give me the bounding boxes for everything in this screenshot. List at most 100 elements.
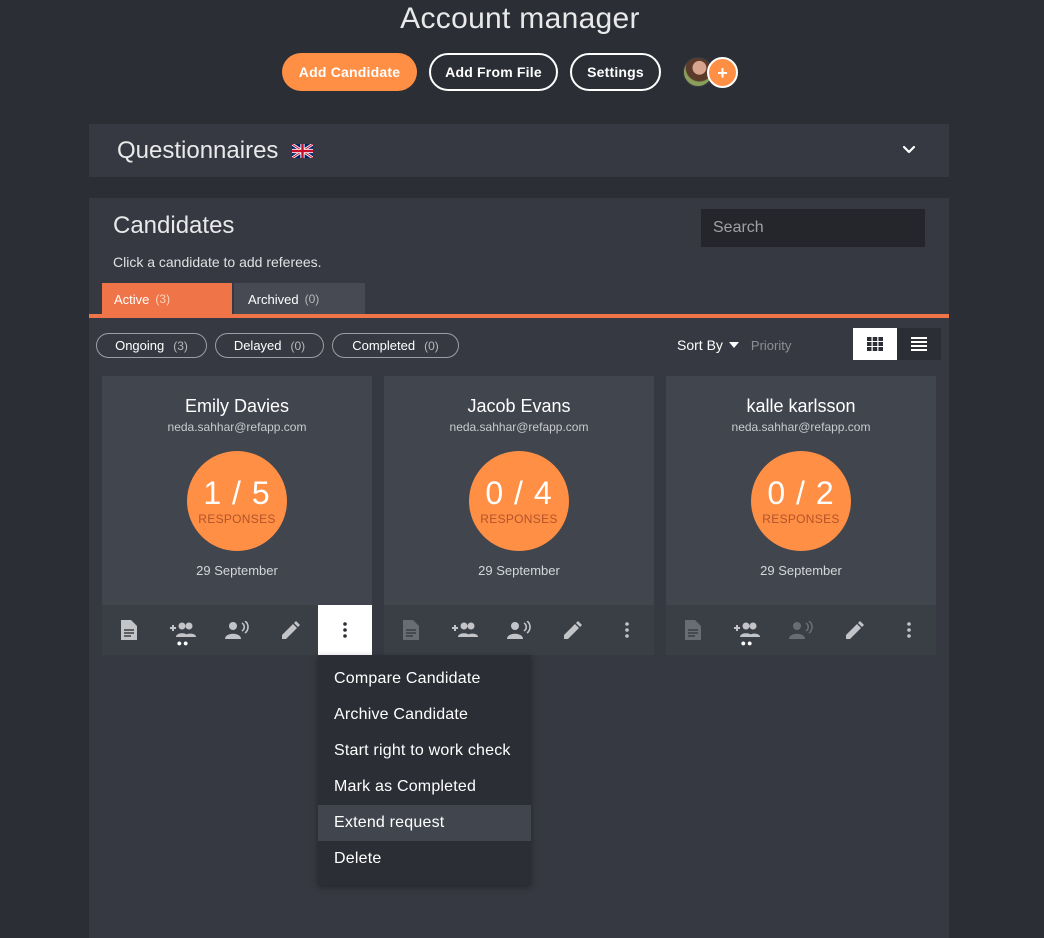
add-user-button[interactable]: + bbox=[707, 57, 738, 88]
document-button[interactable] bbox=[666, 605, 720, 655]
candidate-name: Emily Davies bbox=[184, 396, 290, 416]
more-options-button[interactable] bbox=[318, 605, 372, 655]
more-vert-icon bbox=[343, 622, 347, 638]
tab-archived[interactable]: Archived (0) bbox=[234, 283, 365, 315]
candidate-email: neda.sahhar@refapp.com bbox=[167, 420, 307, 434]
candidate-card[interactable]: Jacob Evans neda.sahhar@refapp.com 0 / 4… bbox=[384, 376, 654, 655]
document-button[interactable] bbox=[102, 605, 156, 655]
grid-icon bbox=[867, 337, 883, 351]
filter-label: Delayed bbox=[233, 338, 282, 353]
tab-count: (0) bbox=[304, 292, 320, 306]
voice-call-button[interactable] bbox=[492, 605, 546, 655]
menu-item-extend-request[interactable]: Extend request bbox=[318, 805, 531, 841]
list-view-button[interactable] bbox=[897, 328, 941, 360]
responses-count: 1 / 5 bbox=[203, 475, 271, 511]
chevron-down-icon[interactable] bbox=[901, 142, 917, 158]
edit-icon bbox=[846, 621, 864, 639]
responses-label: RESPONSES bbox=[480, 512, 558, 526]
edit-icon bbox=[564, 621, 582, 639]
add-referee-icon bbox=[734, 622, 760, 637]
menu-item-delete[interactable]: Delete bbox=[318, 841, 531, 877]
add-referee-button[interactable]: ●● bbox=[720, 605, 774, 655]
filter-ongoing[interactable]: Ongoing (3) bbox=[96, 333, 207, 358]
responses-label: RESPONSES bbox=[198, 512, 276, 526]
menu-item-archive-candidate[interactable]: Archive Candidate bbox=[318, 697, 531, 733]
responses-count: 0 / 4 bbox=[485, 475, 553, 511]
card-actions: ●● bbox=[666, 605, 936, 655]
responses-circle: 1 / 5 RESPONSES bbox=[187, 451, 287, 551]
more-options-button[interactable] bbox=[600, 605, 654, 655]
candidate-name: kalle karlsson bbox=[746, 396, 856, 416]
card-context-menu: Compare Candidate Archive Candidate Star… bbox=[318, 655, 531, 885]
view-toggle bbox=[853, 328, 941, 360]
responses-circle: 0 / 4 RESPONSES bbox=[469, 451, 569, 551]
edit-button[interactable] bbox=[546, 605, 600, 655]
status-tabs: Active (3) Archived (0) bbox=[102, 283, 365, 315]
card-actions bbox=[384, 605, 654, 655]
dots-indicator: ●● bbox=[740, 638, 754, 648]
voice-call-icon bbox=[225, 621, 249, 639]
filter-count: (0) bbox=[290, 338, 306, 353]
add-referee-icon bbox=[170, 622, 196, 637]
candidate-name: Jacob Evans bbox=[467, 396, 571, 416]
add-referee-icon bbox=[452, 622, 478, 637]
document-icon bbox=[685, 620, 701, 640]
menu-item-compare-candidate[interactable]: Compare Candidate bbox=[318, 661, 531, 697]
document-icon bbox=[403, 620, 419, 640]
tab-active[interactable]: Active (3) bbox=[102, 283, 232, 315]
tab-label: Active bbox=[114, 291, 150, 307]
edit-button[interactable] bbox=[264, 605, 318, 655]
candidates-title: Candidates bbox=[113, 212, 235, 239]
voice-call-icon bbox=[507, 621, 531, 639]
filter-count: (3) bbox=[173, 338, 188, 353]
candidate-date: 29 September bbox=[478, 563, 560, 578]
search-input[interactable] bbox=[701, 209, 925, 247]
edit-button[interactable] bbox=[828, 605, 882, 655]
top-actions: Add Candidate Add From File Settings + bbox=[282, 53, 743, 91]
candidate-card[interactable]: Emily Davies neda.sahhar@refapp.com 1 / … bbox=[102, 376, 372, 655]
sort-value: Priority bbox=[750, 337, 792, 353]
candidates-hint: Click a candidate to add referees. bbox=[113, 254, 322, 270]
more-vert-icon bbox=[625, 622, 629, 638]
questionnaires-title: Questionnaires bbox=[117, 136, 279, 164]
more-options-button[interactable] bbox=[882, 605, 936, 655]
voice-call-icon bbox=[789, 621, 813, 639]
edit-icon bbox=[282, 621, 300, 639]
responses-count: 0 / 2 bbox=[767, 475, 835, 511]
uk-flag-icon bbox=[292, 143, 314, 158]
filter-count: (0) bbox=[424, 338, 439, 353]
user-avatars: + bbox=[683, 56, 743, 88]
questionnaires-panel[interactable]: Questionnaires bbox=[89, 124, 949, 177]
list-icon bbox=[911, 337, 927, 351]
responses-circle: 0 / 2 RESPONSES bbox=[751, 451, 851, 551]
add-from-file-button[interactable]: Add From File bbox=[429, 53, 558, 91]
candidate-email: neda.sahhar@refapp.com bbox=[449, 420, 589, 434]
candidate-date: 29 September bbox=[196, 563, 278, 578]
filter-pills: Ongoing (3) Delayed (0) Completed (0) bbox=[96, 333, 467, 358]
candidate-email: neda.sahhar@refapp.com bbox=[731, 420, 871, 434]
add-referee-button[interactable] bbox=[438, 605, 492, 655]
candidate-date: 29 September bbox=[760, 563, 842, 578]
tab-label: Archived bbox=[248, 291, 299, 307]
menu-item-mark-completed[interactable]: Mark as Completed bbox=[318, 769, 531, 805]
menu-item-right-to-work-check[interactable]: Start right to work check bbox=[318, 733, 531, 769]
tab-underline bbox=[89, 314, 949, 318]
caret-down-icon bbox=[728, 342, 739, 348]
add-referee-button[interactable]: ●● bbox=[156, 605, 210, 655]
document-button[interactable] bbox=[384, 605, 438, 655]
filter-completed[interactable]: Completed (0) bbox=[332, 333, 459, 358]
document-icon bbox=[121, 620, 137, 640]
dots-indicator: ●● bbox=[176, 638, 190, 648]
settings-button[interactable]: Settings bbox=[570, 53, 661, 91]
card-actions: ●● bbox=[102, 605, 372, 655]
sort-label: Sort By bbox=[677, 337, 723, 353]
filter-label: Completed bbox=[352, 338, 416, 353]
sort-dropdown[interactable]: Sort By Priority bbox=[677, 337, 791, 353]
voice-call-button[interactable] bbox=[210, 605, 264, 655]
candidate-card[interactable]: kalle karlsson neda.sahhar@refapp.com 0 … bbox=[666, 376, 936, 655]
filter-delayed[interactable]: Delayed (0) bbox=[215, 333, 324, 358]
page-title: Account manager bbox=[400, 2, 640, 35]
grid-view-button[interactable] bbox=[853, 328, 897, 360]
add-candidate-button[interactable]: Add Candidate bbox=[282, 53, 417, 91]
voice-call-button[interactable] bbox=[774, 605, 828, 655]
